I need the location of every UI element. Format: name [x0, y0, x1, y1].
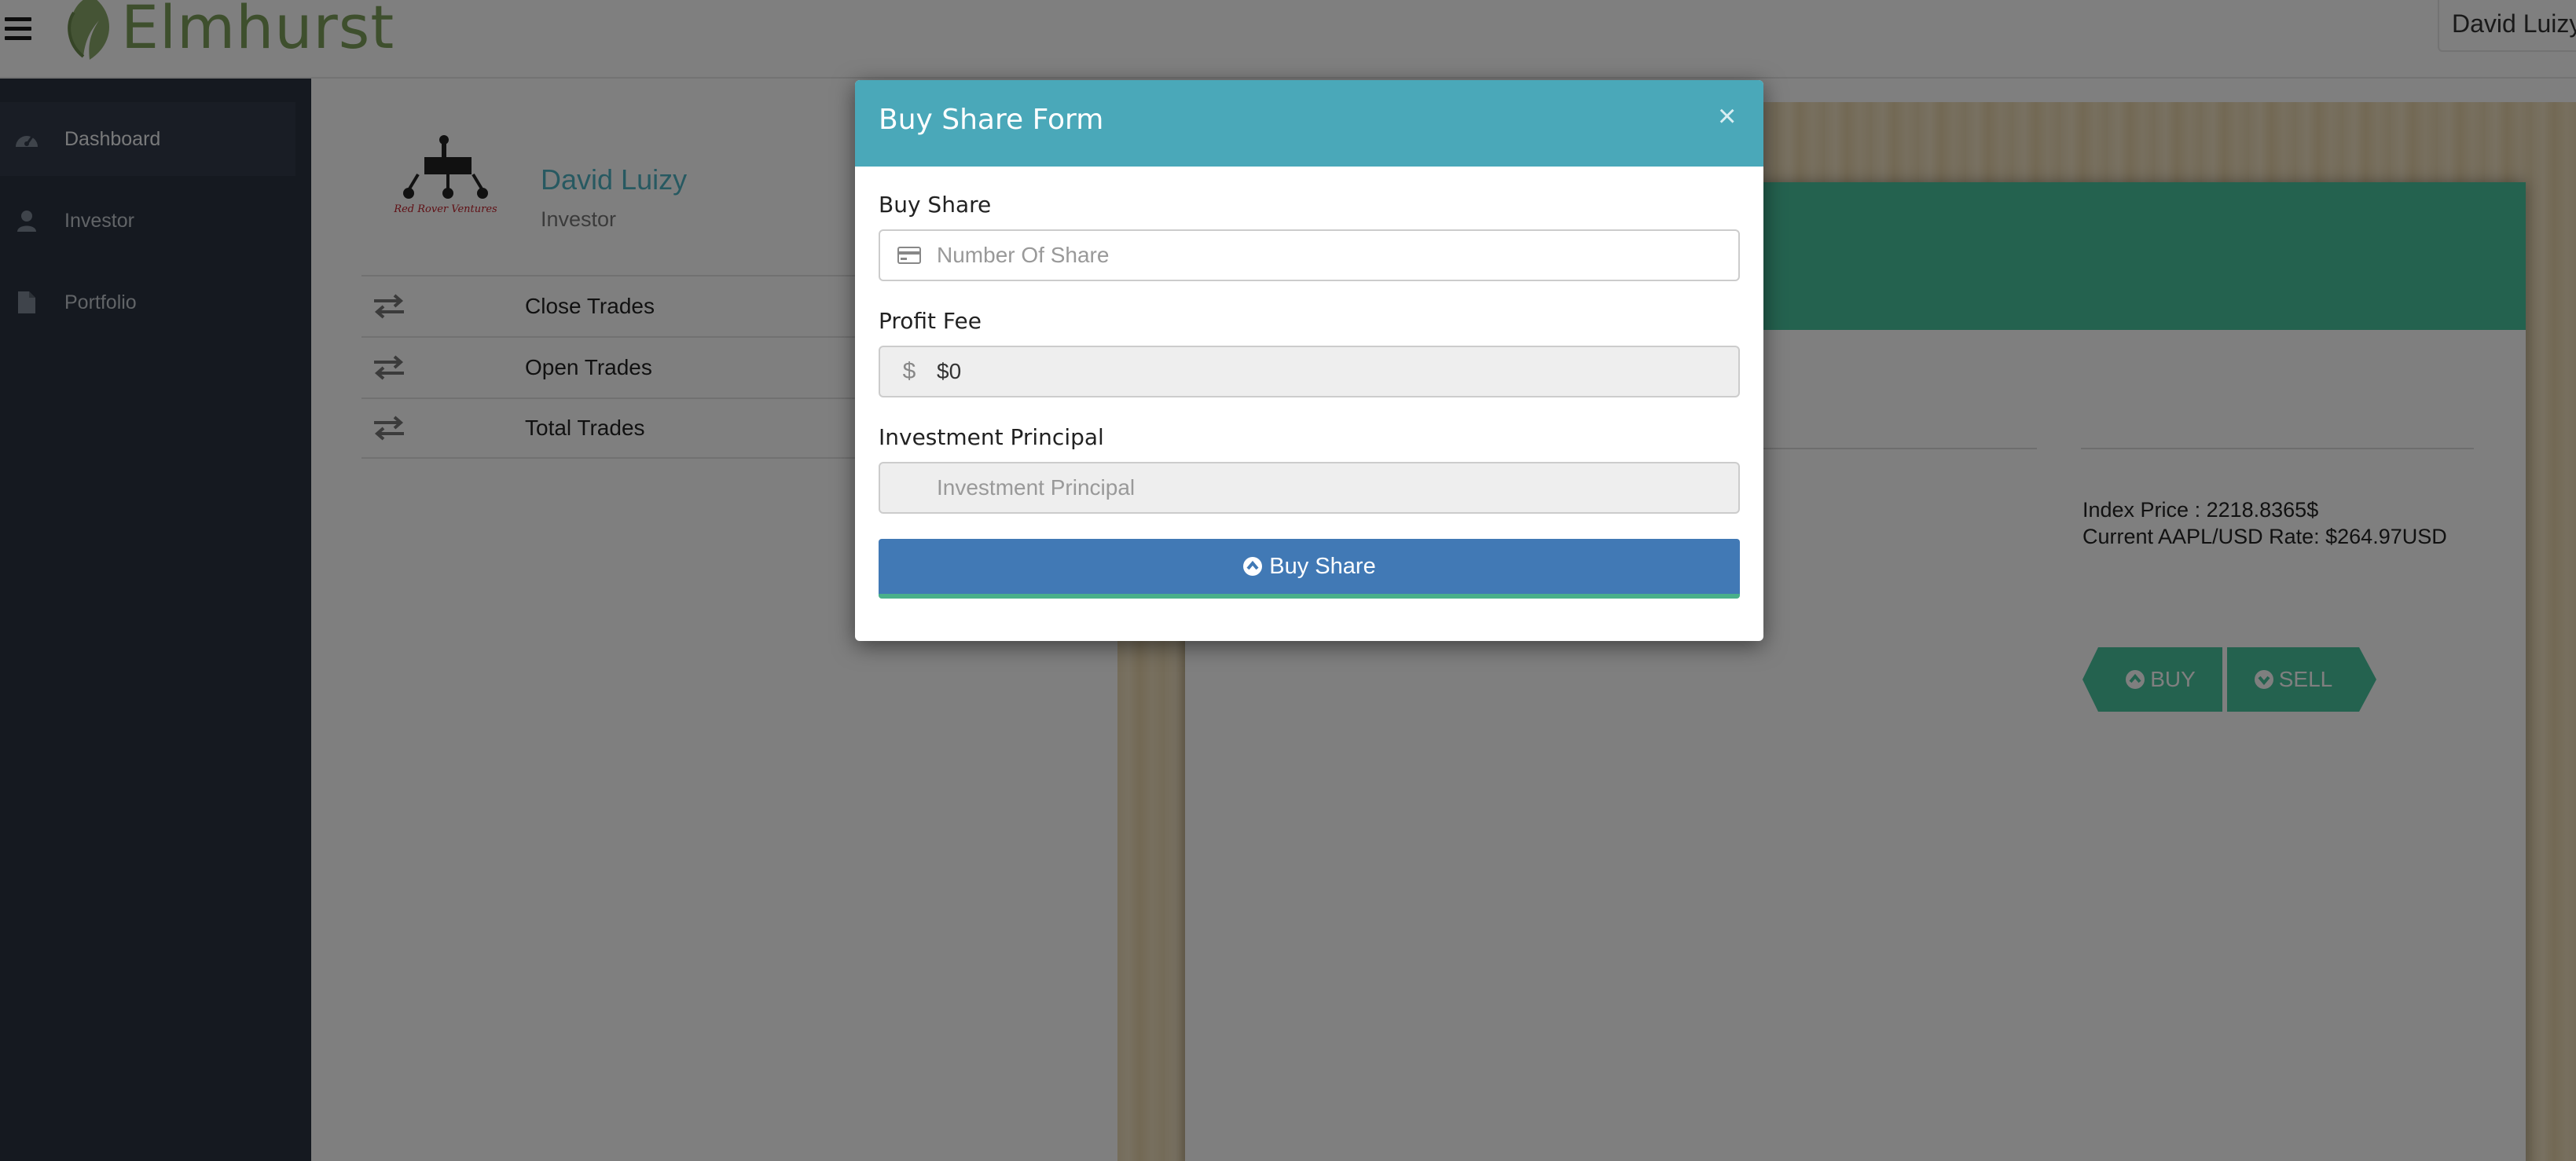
profit-fee-label: Profit Fee: [879, 308, 982, 334]
modal-title: Buy Share Form: [879, 104, 1104, 136]
chevron-up-circle-icon: [1242, 556, 1263, 577]
investment-principal-input[interactable]: [937, 463, 1730, 512]
buy-share-field: [879, 229, 1740, 281]
dollar-icon: $: [902, 358, 916, 384]
buy-share-label: Buy Share: [879, 192, 992, 218]
buy-share-button-label: Buy Share: [1269, 553, 1376, 579]
number-of-share-input[interactable]: [937, 231, 1730, 280]
investment-principal-label: Investment Principal: [879, 424, 1104, 450]
profit-fee-field: $: [879, 346, 1740, 397]
modal-header: Buy Share Form ×: [855, 80, 1763, 167]
close-icon[interactable]: ×: [1718, 101, 1736, 132]
profit-fee-input[interactable]: [937, 347, 1730, 396]
credit-card-icon: [897, 231, 921, 280]
investment-principal-field: [879, 462, 1740, 514]
buy-share-modal: Buy Share Form × Buy Share Profit Fee $ …: [855, 80, 1763, 641]
buy-share-button[interactable]: Buy Share: [879, 539, 1740, 599]
